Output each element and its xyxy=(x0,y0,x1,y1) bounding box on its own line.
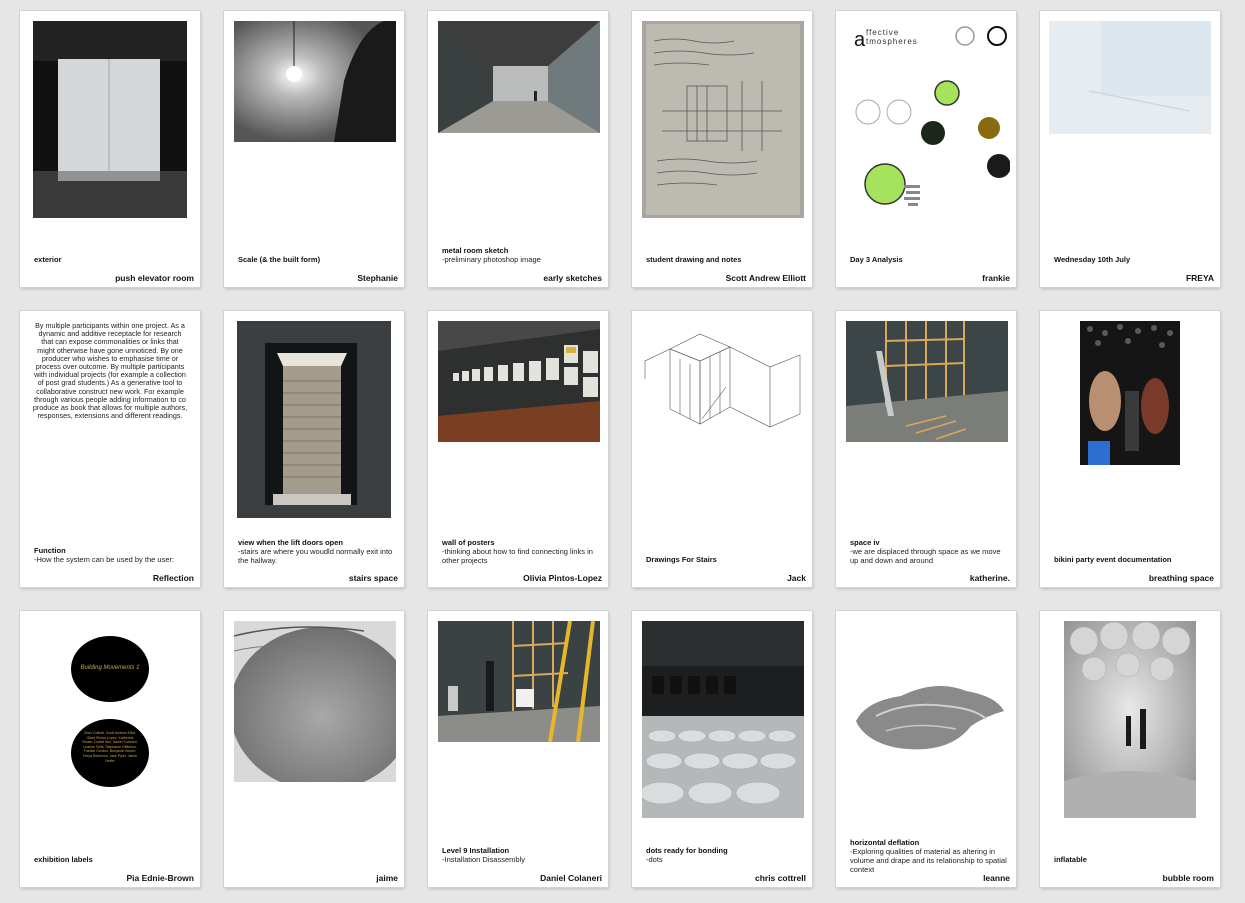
card-title: Day 3 Analysis xyxy=(850,255,903,264)
board-card[interactable]: Building Movements 1 Chris Cottrell, Sco… xyxy=(20,611,200,887)
card-author[interactable]: Pia Ednie-Brown xyxy=(126,873,194,883)
card-title: inflatable xyxy=(1054,855,1087,864)
card-title: student drawing and notes xyxy=(646,255,742,264)
card-author[interactable]: leanne xyxy=(983,873,1010,883)
card-author[interactable]: stairs space xyxy=(349,573,398,583)
card-author[interactable]: frankie xyxy=(982,273,1010,283)
card-image xyxy=(642,21,804,218)
card-description: -Exploring qualities of material as alte… xyxy=(850,847,1007,874)
card-title: Level 9 Installation xyxy=(442,846,510,855)
card-title: Scale (& the built form) xyxy=(238,255,321,264)
board-card[interactable]: Scale (& the built form) Stephanie xyxy=(224,11,404,287)
card-description: -How the system can be used by the user: xyxy=(34,555,175,564)
board-card[interactable]: metal room sketch -preliminary photoshop … xyxy=(428,11,608,287)
card-author[interactable]: breathing space xyxy=(1149,573,1214,583)
card-image xyxy=(234,621,396,782)
card-author[interactable]: Daniel Colaneri xyxy=(540,873,602,883)
card-image xyxy=(438,621,600,742)
card-author[interactable]: Scott Andrew Elliott xyxy=(726,273,806,283)
card-author[interactable]: Jack xyxy=(787,573,806,583)
board-card[interactable]: bikini party event documentation breathi… xyxy=(1040,311,1220,587)
label-circle-bottom: Chris Cottrell, Scott Andrew Elliot, Oli… xyxy=(71,719,149,787)
card-description: -thinking about how to find connecting l… xyxy=(442,547,593,565)
card-author[interactable]: Olivia Pintos-Lopez xyxy=(523,573,602,583)
board-card[interactable]: inflatable bubble room xyxy=(1040,611,1220,887)
board-card[interactable]: wall of posters -thinking about how to fi… xyxy=(428,311,608,587)
board-card[interactable]: Drawings For Stairs Jack xyxy=(632,311,812,587)
board-card[interactable]: By multiple participants within one proj… xyxy=(20,311,200,587)
card-author[interactable]: Stephanie xyxy=(357,273,398,283)
card-title: exterior xyxy=(34,255,62,264)
card-description: -preliminary photoshop image xyxy=(442,255,541,264)
board-card[interactable]: jaime xyxy=(224,611,404,887)
card-description: -we are displaced through space as we mo… xyxy=(850,547,1001,565)
card-image xyxy=(1080,321,1180,465)
card-description: -Installation Disassembly xyxy=(442,855,525,864)
card-author[interactable]: jaime xyxy=(376,873,398,883)
card-description: -dots xyxy=(646,855,663,864)
label-heading: Building Movements 1 xyxy=(80,665,140,671)
card-author[interactable]: Reflection xyxy=(153,573,194,583)
card-image xyxy=(846,321,1008,442)
svg-text:tmospheres: tmospheres xyxy=(866,37,918,46)
board-card[interactable]: view when the lift doors open -stairs are… xyxy=(224,311,404,587)
card-title: horizontal deflation xyxy=(850,838,920,847)
board-card[interactable]: Wednesday 10th July FREYA xyxy=(1040,11,1220,287)
card-author[interactable]: bubble room xyxy=(1163,873,1214,883)
board-card[interactable]: space iv -we are displaced through space … xyxy=(836,311,1016,587)
card-author[interactable]: FREYA xyxy=(1186,273,1214,283)
card-image xyxy=(237,321,391,518)
card-title: metal room sketch xyxy=(442,246,509,255)
board-card[interactable]: exterior push elevator room xyxy=(20,11,200,287)
card-author[interactable]: chris cottrell xyxy=(755,873,806,883)
board-card[interactable]: horizontal deflation -Exploring qualities… xyxy=(836,611,1016,887)
label-circle-top: Building Movements 1 xyxy=(71,636,149,702)
card-image xyxy=(33,21,187,218)
board-card[interactable]: student drawing and notes Scott Andrew E… xyxy=(632,11,812,287)
card-title: view when the lift doors open xyxy=(238,538,344,547)
label-names: Chris Cottrell, Scott Andrew Elliot, Oli… xyxy=(82,731,138,763)
board-card[interactable]: Level 9 Installation -Installation Disass… xyxy=(428,611,608,887)
card-image: a ffective tmospheres xyxy=(844,19,1010,219)
svg-text:ffective: ffective xyxy=(866,28,899,37)
card-author[interactable]: early sketches xyxy=(543,273,602,283)
card-author[interactable]: katherine. xyxy=(970,573,1010,583)
card-description: -stairs are where you woudld normally ex… xyxy=(238,547,393,565)
card-image xyxy=(846,671,1008,761)
card-image xyxy=(1064,621,1196,818)
card-image xyxy=(438,321,600,442)
card-image xyxy=(234,21,396,142)
card-title: wall of posters xyxy=(442,538,495,547)
card-author[interactable]: push elevator room xyxy=(115,273,194,283)
board-card[interactable]: dots ready for bonding -dots chris cottre… xyxy=(632,611,812,887)
card-image xyxy=(1049,21,1211,134)
card-image xyxy=(438,21,600,133)
card-image xyxy=(642,621,804,818)
card-title: Wednesday 10th July xyxy=(1054,255,1131,264)
board-card[interactable]: a ffective tmospheres Day 3 Analysis fra… xyxy=(836,11,1016,287)
card-image xyxy=(640,319,806,449)
card-title: Drawings For Stairs xyxy=(646,555,717,564)
card-title: bikini party event documentation xyxy=(1054,555,1172,564)
card-body-text: By multiple participants within one proj… xyxy=(32,321,188,421)
svg-text:a: a xyxy=(854,29,866,51)
card-title: space iv xyxy=(850,538,880,547)
card-title: exhibition labels xyxy=(34,855,93,864)
card-title: dots ready for bonding xyxy=(646,846,728,855)
card-title: Function xyxy=(34,546,66,555)
